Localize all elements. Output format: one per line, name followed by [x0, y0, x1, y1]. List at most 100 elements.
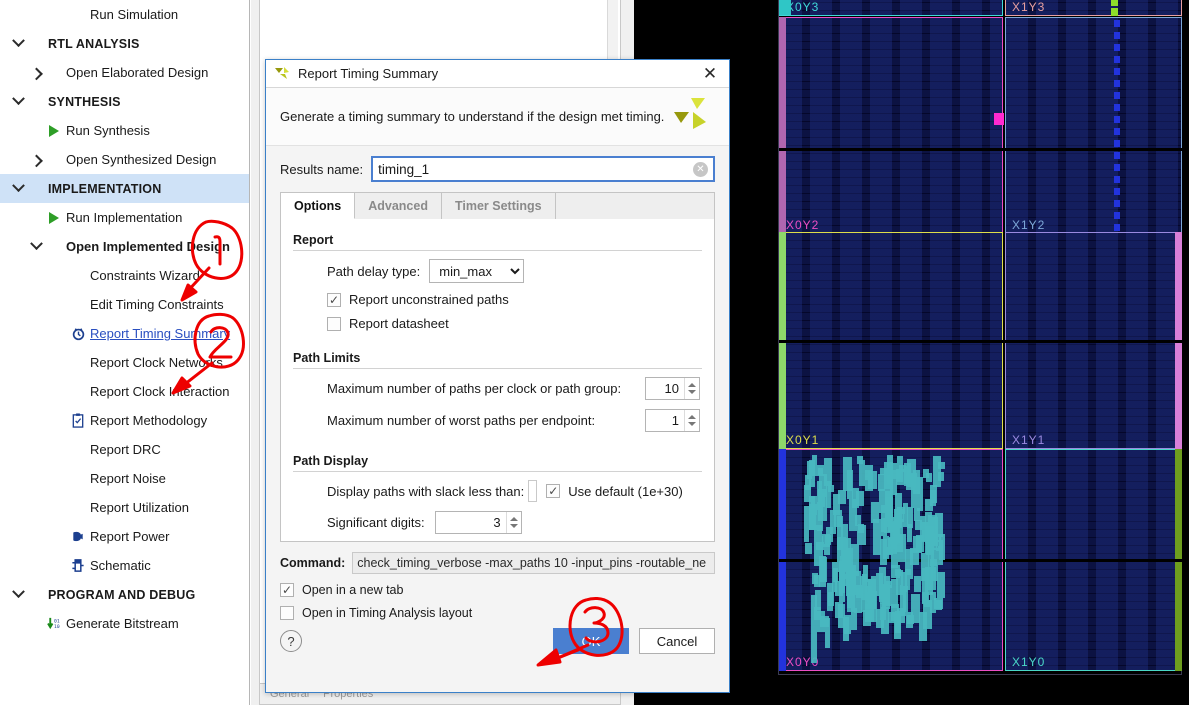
use-default-checkbox[interactable]: ✓	[546, 484, 560, 498]
sidebar-item-synthesis[interactable]: SYNTHESIS	[0, 87, 249, 116]
chevron-down-icon[interactable]	[28, 239, 44, 254]
sidebar-item-run-simulation[interactable]: Run Simulation	[0, 0, 249, 29]
report-unconstrained-checkbox[interactable]: ✓	[327, 293, 341, 307]
sidebar-item-report-utilization[interactable]: Report Utilization	[0, 493, 249, 522]
stepper-down-icon[interactable]	[688, 422, 696, 426]
sidebar-item-label: Report Utilization	[88, 500, 189, 515]
report-unconstrained-row[interactable]: ✓ Report unconstrained paths	[293, 292, 702, 307]
group-path-display-rule	[293, 471, 702, 472]
sidebar-item-report-methodology[interactable]: Report Methodology	[0, 406, 249, 435]
ok-button[interactable]: OK	[553, 628, 629, 654]
tab-timer-settings[interactable]: Timer Settings	[442, 193, 556, 219]
significant-digits-input[interactable]	[436, 512, 506, 533]
power-plug-icon	[68, 529, 88, 545]
chevron-right-icon[interactable]	[28, 152, 44, 167]
highlighted-site	[994, 113, 1004, 125]
placed-cell	[830, 510, 836, 534]
max-worst-paths-stepper[interactable]	[684, 410, 699, 431]
significant-digits-stepper[interactable]	[506, 512, 521, 533]
sidebar-item-generate-bitstream[interactable]: 0110Generate Bitstream	[0, 609, 249, 638]
open-new-tab-checkbox[interactable]: ✓	[280, 583, 294, 597]
dialog-tabstrip[interactable]: Options Advanced Timer Settings	[281, 193, 714, 219]
placed-cell	[807, 461, 812, 479]
significant-digits-row: Significant digits:	[293, 511, 702, 534]
sidebar-item-label: Run Synthesis	[64, 123, 150, 138]
chevron-down-icon[interactable]	[10, 95, 26, 109]
max-paths-stepper[interactable]	[684, 378, 699, 399]
stepper-down-icon[interactable]	[510, 524, 518, 528]
results-name-field-wrap[interactable]: ✕	[371, 156, 715, 182]
sidebar-item-schematic[interactable]: Schematic	[0, 551, 249, 580]
chevron-down-icon[interactable]	[10, 588, 26, 602]
report-timing-summary-dialog[interactable]: Report Timing Summary ✕ Generate a timin…	[265, 59, 730, 693]
sidebar-item-edit-timing-constraints[interactable]: Edit Timing Constraints	[0, 290, 249, 319]
max-paths-input[interactable]	[646, 378, 684, 399]
open-timing-layout-row[interactable]: Open in Timing Analysis layout	[280, 606, 715, 620]
sidebar-item-open-synthesized-design[interactable]: Open Synthesized Design	[0, 145, 249, 174]
sidebar-item-run-synthesis[interactable]: Run Synthesis	[0, 116, 249, 145]
clock-region-x0y3[interactable]: X0Y3	[779, 0, 1003, 16]
chevron-right-icon[interactable]	[28, 65, 44, 80]
stepper-up-icon[interactable]	[688, 383, 696, 387]
placed-cell	[925, 499, 933, 511]
clear-icon[interactable]: ✕	[693, 162, 708, 177]
placed-cell	[865, 470, 872, 480]
significant-digits-spinner[interactable]	[435, 511, 522, 534]
report-datasheet-checkbox[interactable]	[327, 317, 341, 331]
placed-cell	[915, 520, 922, 530]
icon-spacer	[68, 355, 88, 371]
icon-spacer	[68, 442, 88, 458]
placed-cell	[805, 543, 812, 554]
open-new-tab-row[interactable]: ✓ Open in a new tab	[280, 583, 715, 597]
sidebar-item-report-drc[interactable]: Report DRC	[0, 435, 249, 464]
io-pad	[1114, 32, 1120, 39]
svg-text:01: 01	[54, 619, 60, 625]
placed-cell	[833, 568, 838, 582]
sidebar-item-program-and-debug[interactable]: PROGRAM AND DEBUG	[0, 580, 249, 609]
sidebar-item-report-clock-networks[interactable]: Report Clock Networks	[0, 348, 249, 377]
sidebar-item-report-power[interactable]: Report Power	[0, 522, 249, 551]
command-value[interactable]: check_timing_verbose -max_paths 10 -inpu…	[352, 552, 715, 574]
stepper-up-icon[interactable]	[688, 415, 696, 419]
sidebar-item-report-timing-summary[interactable]: Report Timing Summary	[0, 319, 249, 348]
cancel-button[interactable]: Cancel	[639, 628, 715, 654]
tab-options[interactable]: Options	[281, 193, 355, 219]
open-timing-layout-checkbox[interactable]	[280, 606, 294, 620]
sidebar-item-rtl-analysis[interactable]: RTL ANALYSIS	[0, 29, 249, 58]
close-icon[interactable]: ✕	[697, 63, 723, 85]
flow-navigator-list: Run SimulationRTL ANALYSISOpen Elaborate…	[0, 0, 249, 638]
tab-advanced[interactable]: Advanced	[355, 193, 442, 219]
sidebar-item-constraints-wizard[interactable]: Constraints Wizard	[0, 261, 249, 290]
stepper-up-icon[interactable]	[510, 517, 518, 521]
path-delay-type-select[interactable]: min_maxmaxminmin_max_skew	[429, 259, 524, 283]
help-icon[interactable]: ?	[280, 630, 302, 652]
sidebar-item-open-elaborated-design[interactable]: Open Elaborated Design	[0, 58, 249, 87]
placed-cell	[925, 567, 933, 595]
sidebar-item-report-clock-interaction[interactable]: Report Clock Interaction	[0, 377, 249, 406]
sidebar-item-run-implementation[interactable]: Run Implementation	[0, 203, 249, 232]
placed-cell	[907, 459, 916, 487]
placed-cell	[869, 591, 877, 622]
placed-cell	[851, 608, 857, 630]
dialog-intro-text: Generate a timing summary to understand …	[280, 109, 664, 124]
max-worst-paths-spinner[interactable]	[645, 409, 700, 432]
sidebar-item-open-implemented-design[interactable]: Open Implemented Design	[0, 232, 249, 261]
sidebar-item-implementation[interactable]: IMPLEMENTATION	[0, 174, 249, 203]
clock-region-x0y2[interactable]: X0Y2	[779, 17, 1003, 234]
io-pad	[1114, 128, 1120, 135]
green-play-icon	[44, 210, 64, 226]
stepper-down-icon[interactable]	[688, 390, 696, 394]
clock-region-x1y2[interactable]: X1Y2	[1005, 17, 1182, 234]
icon-spacer	[68, 384, 88, 400]
max-worst-paths-input[interactable]	[646, 410, 684, 431]
chevron-down-icon[interactable]	[10, 37, 26, 51]
device-view[interactable]: X0Y3X1Y3X0Y2X1Y2X0Y1X1Y1X0Y0X1Y0	[774, 0, 1189, 705]
slack-less-than-input[interactable]	[528, 480, 537, 502]
sidebar-item-report-noise[interactable]: Report Noise	[0, 464, 249, 493]
max-paths-spinner[interactable]	[645, 377, 700, 400]
clock-region-x1y3[interactable]: X1Y3	[1005, 0, 1182, 16]
results-name-input[interactable]	[373, 162, 713, 177]
chevron-down-icon[interactable]	[10, 182, 26, 196]
report-datasheet-row[interactable]: Report datasheet	[293, 316, 702, 331]
placed-cell	[897, 456, 903, 482]
